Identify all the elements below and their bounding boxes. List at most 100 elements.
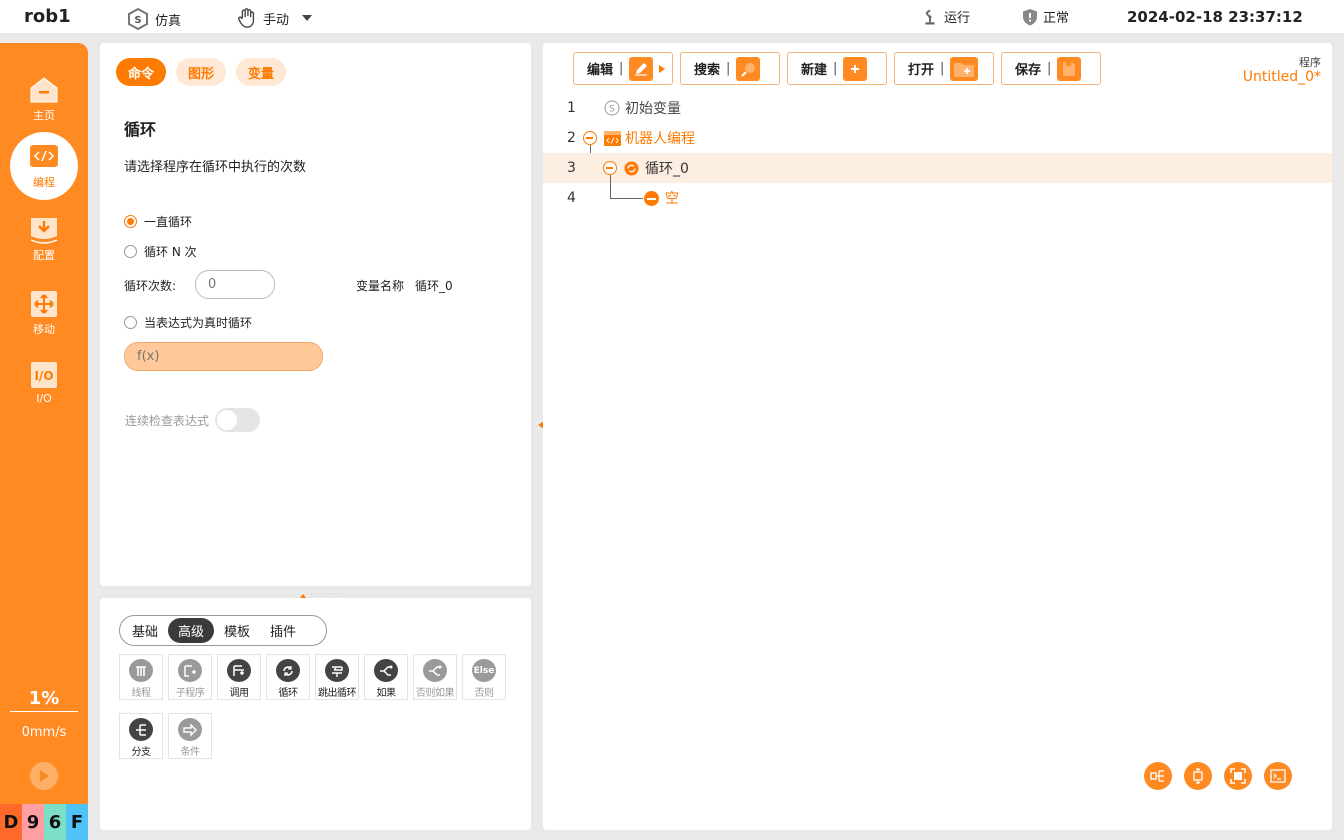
radio-button[interactable] [124, 215, 137, 228]
edit-button[interactable]: 编辑 | [573, 52, 673, 85]
mode-dropdown[interactable]: 手动 [236, 7, 314, 29]
subprogram-icon [178, 659, 202, 682]
loop-icon [624, 161, 639, 176]
nav-move[interactable]: 移动 [10, 279, 78, 347]
line-number: 3 [567, 160, 576, 176]
speed-divider [10, 711, 78, 712]
cmd-if[interactable]: 如果 [364, 654, 408, 700]
search-label: 搜索 [694, 63, 721, 78]
nav-home[interactable]: 主页 [10, 65, 78, 133]
play-icon [40, 770, 49, 782]
radio-button[interactable] [124, 316, 137, 329]
cmd-break[interactable]: 跳出循环 [315, 654, 359, 700]
tree-node-label: 空 [665, 191, 679, 207]
nav-io-label: I/O [36, 392, 52, 405]
tree-structure-icon [1150, 770, 1164, 782]
continuous-check-toggle[interactable] [215, 408, 260, 432]
loop-icon [276, 659, 300, 682]
nav-config[interactable]: 配置 [10, 205, 78, 273]
open-button[interactable]: 打开 | [894, 52, 994, 85]
radio-loop-forever[interactable]: 一直循环 [124, 213, 192, 230]
tree-node-label: 机器人编程 [625, 131, 695, 147]
radio-button[interactable] [124, 245, 137, 258]
run-label: 运行 [944, 11, 971, 26]
cmd-label: 条件 [180, 747, 201, 758]
tab-plugin[interactable]: 插件 [260, 618, 306, 643]
fit-view-button[interactable] [1224, 762, 1252, 790]
command-library-panel: 基础 高级 模板 插件 线程 子程序 调用 循环 跳出循环 如果 否则如果 El… [100, 598, 531, 830]
add-file-icon [843, 56, 868, 81]
speed-percent[interactable]: 1% [0, 688, 88, 709]
cmd-call[interactable]: 调用 [217, 654, 261, 700]
collapse-icon[interactable] [583, 131, 597, 145]
terminal-button[interactable] [1264, 762, 1292, 790]
run-indicator: 运行 [921, 7, 970, 26]
simulation-indicator[interactable]: S 仿真 [126, 7, 181, 31]
speed-value: 0mm/s [21, 725, 67, 740]
cmd-thread[interactable]: 线程 [119, 654, 163, 700]
nav-home-label: 主页 [33, 108, 55, 122]
collapse-icon[interactable] [603, 161, 617, 175]
cmd-label: 线程 [131, 688, 152, 699]
program-label: 程序 [1299, 56, 1321, 69]
tree-node-label: 初始变量 [625, 101, 681, 117]
fullscreen-icon [1230, 768, 1246, 784]
save-button[interactable]: 保存 | [1001, 52, 1101, 85]
tree-row[interactable]: 4 空 [543, 183, 1332, 213]
variable-name-value: 循环_0 [415, 279, 453, 293]
continuous-check-label: 连续检查表达式 [125, 414, 210, 428]
robot-name: rob1 [24, 6, 71, 27]
radio-loop-n-times[interactable]: 循环 N 次 [124, 243, 197, 260]
terminal-icon [1270, 769, 1286, 783]
svg-text:S: S [134, 15, 141, 26]
tab-command[interactable]: 命令 [116, 58, 167, 86]
cmd-switch[interactable]: 分支 [119, 713, 163, 759]
cmd-loop[interactable]: 循环 [266, 654, 310, 700]
command-panel: 命令 图形 变量 循环 请选择程序在循环中执行的次数 一直循环 循环 N 次 循… [100, 43, 531, 586]
mode-label: 手动 [263, 12, 290, 28]
tree-row[interactable]: 1 S 初始变量 [543, 93, 1332, 123]
home-icon [29, 76, 59, 104]
tree-collapse-button[interactable] [1184, 762, 1212, 790]
cmd-subprogram[interactable]: 子程序 [168, 654, 212, 700]
radio-label: 当表达式为真时循环 [144, 316, 253, 330]
section-description: 请选择程序在循环中执行的次数 [124, 160, 307, 175]
device-code-char: F [66, 804, 88, 840]
program-name: Untitled_0* [1242, 69, 1321, 85]
cmd-label: 调用 [229, 688, 250, 699]
datetime: 2024-02-18 23:37:12 [1127, 8, 1303, 26]
expression-input[interactable] [124, 342, 323, 371]
line-number: 1 [567, 100, 576, 116]
line-number: 4 [567, 190, 576, 206]
nav-programming[interactable]: 编程 [10, 132, 78, 200]
new-button[interactable]: 新建 | [787, 52, 887, 85]
variables-icon: S [604, 100, 620, 116]
sidebar: 主页 编程 配置 移动 I/O I/O 1% 0mm/s D 9 6 F [0, 43, 88, 840]
top-bar: rob1 S 仿真 手动 运行 正常 2024-02-18 23:37:12 [0, 0, 1344, 33]
tree-row-selected[interactable]: 3 循环_0 [543, 153, 1332, 183]
cmd-else[interactable]: Else 否则 [462, 654, 506, 700]
caret-down-icon [302, 15, 313, 21]
play-button[interactable] [30, 762, 58, 790]
loop-count-input[interactable] [195, 270, 275, 299]
new-label: 新建 [801, 63, 828, 78]
nav-move-label: 移动 [33, 322, 55, 336]
cmd-condition[interactable]: 条件 [168, 713, 212, 759]
hand-icon [238, 8, 255, 28]
code-icon [29, 143, 59, 171]
tree-row[interactable]: 2 机器人编程 [543, 123, 1332, 153]
tab-graphics[interactable]: 图形 [176, 58, 227, 86]
tab-template[interactable]: 模板 [214, 618, 260, 643]
cmd-elseif[interactable]: 否则如果 [413, 654, 457, 700]
line-number: 2 [567, 130, 576, 146]
tab-variables[interactable]: 变量 [236, 58, 287, 86]
search-button[interactable]: 搜索 | [680, 52, 780, 85]
radio-label: 循环 N 次 [144, 245, 197, 259]
tab-advanced[interactable]: 高级 [168, 618, 215, 643]
command-tabs: 命令 图形 变量 [116, 58, 287, 86]
radio-loop-expression[interactable]: 当表达式为真时循环 [124, 314, 252, 331]
tree-expand-button[interactable] [1144, 762, 1172, 790]
tab-basic[interactable]: 基础 [122, 618, 168, 643]
cmd-label: 如果 [376, 688, 397, 699]
nav-io[interactable]: I/O I/O [10, 349, 78, 417]
